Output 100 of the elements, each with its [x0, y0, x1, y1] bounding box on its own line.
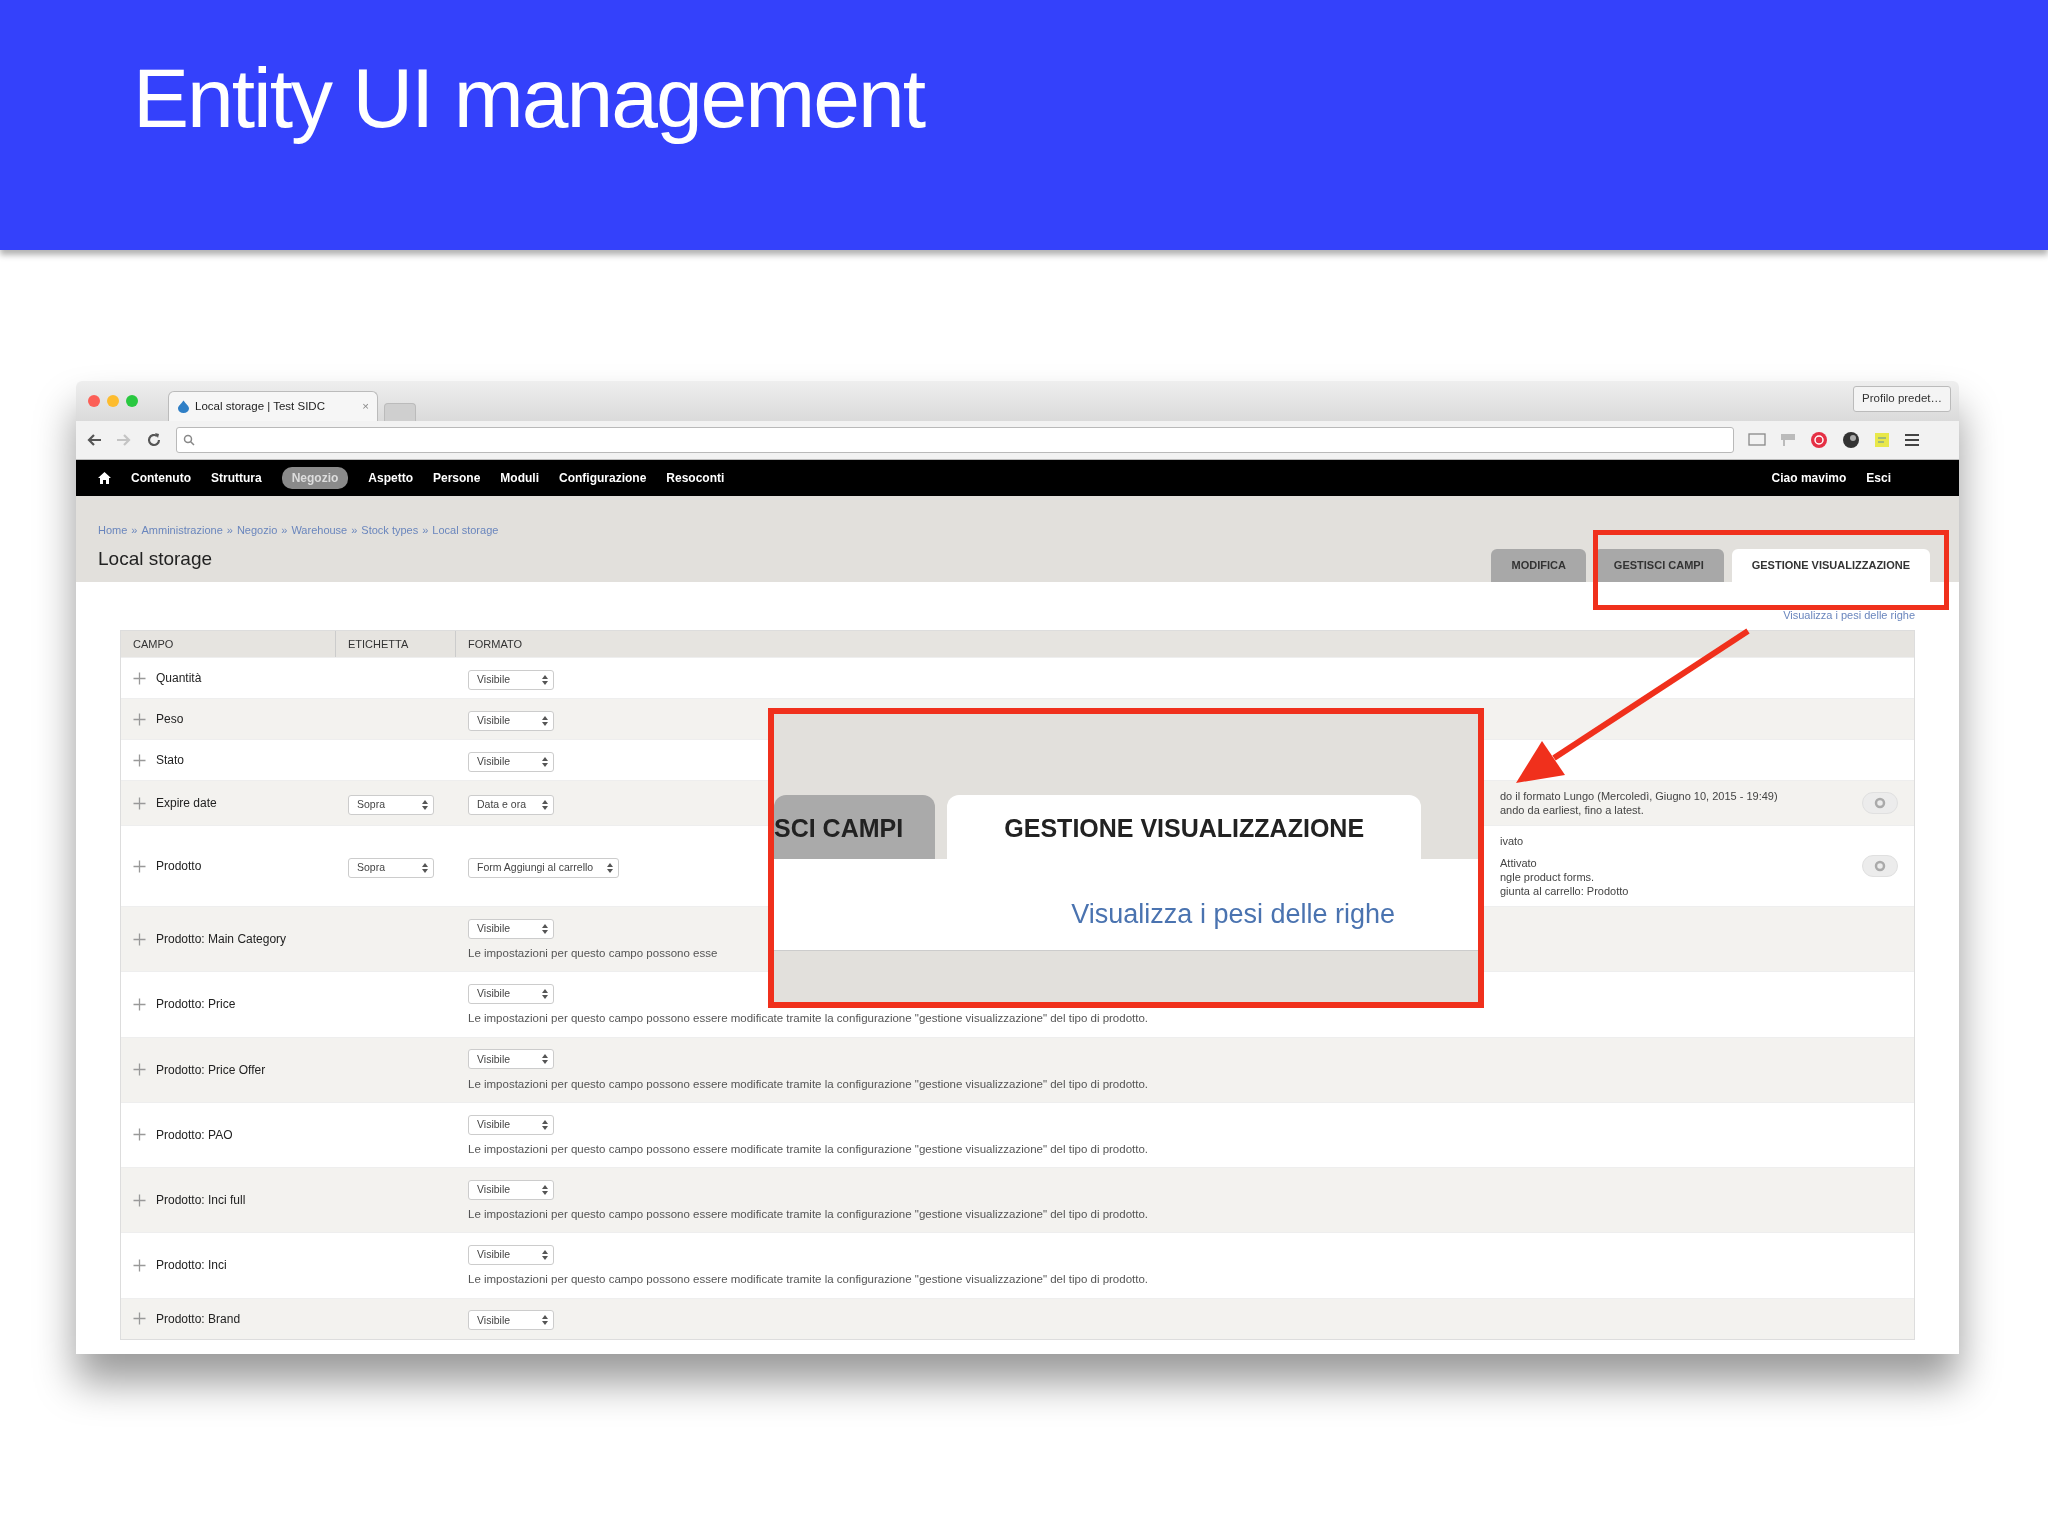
field-note: Le impostazioni per questo campo possono essere modificate tramite la configurazione "gestione visualizzazione" del tipo di prodotto. — [468, 1011, 1150, 1027]
format-select[interactable]: Data e ora — [468, 794, 554, 815]
summary-text: ando da earliest, fino a latest. — [1500, 803, 1644, 817]
circle-icon[interactable] — [1842, 431, 1860, 449]
tab[interactable]: GESTIONE VISUALIZZAZIONE — [1731, 549, 1930, 582]
menu-item[interactable]: Aspetto — [368, 467, 413, 489]
window-zoom-button[interactable] — [126, 395, 138, 407]
summary-text: giunta al carrello: Prodotto — [1500, 884, 1629, 898]
breadcrumb-separator: » — [226, 523, 233, 538]
drag-handle-icon[interactable] — [133, 1063, 146, 1077]
updown-icon — [607, 862, 614, 873]
field-note: Le impostazioni per questo campo possono essere modificate tramite la configurazione "gestione visualizzazione" del tipo di prodotto. — [468, 1141, 1150, 1157]
summary-text: do il formato Lungo (Mercoledì, Giugno 10, 2015 - 19:49) — [1500, 789, 1778, 803]
slide-title: Entity UI management — [133, 50, 925, 147]
updown-icon — [542, 923, 548, 934]
address-field[interactable] — [176, 427, 1734, 453]
menu-item[interactable]: Moduli — [500, 467, 539, 489]
screen-icon[interactable] — [1748, 433, 1766, 447]
format-select[interactable]: Visibile — [468, 710, 554, 731]
forward-icon[interactable] — [116, 433, 132, 447]
drag-handle-icon[interactable] — [133, 1193, 146, 1207]
format-select[interactable]: Visibile — [468, 1310, 554, 1331]
menu-item[interactable]: Resoconti — [666, 467, 725, 489]
back-icon[interactable] — [86, 433, 102, 447]
summary-text: ngle product forms. — [1500, 870, 1595, 884]
format-select[interactable]: Visibile — [468, 984, 554, 1005]
menu-item[interactable]: Configurazione — [559, 467, 647, 489]
menu-item[interactable]: Struttura — [211, 467, 262, 489]
updown-icon — [542, 715, 548, 726]
label-select[interactable]: Sopra — [348, 857, 434, 878]
field-note: Le impostazioni per questo campo possono essere modificate tramite la configurazione "gestione visualizzazione" del tipo di prodotto. — [468, 1272, 1150, 1288]
logout-link[interactable]: Esci — [1866, 467, 1891, 489]
field-note: Le impostazioni per questo campo possono essere modificate tramite la configurazione "gestione visualizzazione" del tipo di prodotto. — [468, 1076, 1150, 1092]
drag-handle-icon[interactable] — [133, 1128, 146, 1142]
updown-icon — [542, 1054, 548, 1065]
gear-icon — [1874, 860, 1886, 872]
drag-handle-icon[interactable] — [133, 1312, 146, 1325]
tab[interactable]: SCI CAMPI — [774, 795, 936, 859]
field-name: Quantità — [156, 670, 202, 687]
format-select[interactable]: Visibile — [468, 669, 554, 690]
field-name: Prodotto: Inci full — [156, 1192, 246, 1210]
format-select[interactable]: Form Aggiungi al carrello — [468, 857, 620, 878]
format-select[interactable]: Visibile — [468, 1179, 554, 1200]
field-name: Prodotto: Price Offer — [156, 1061, 266, 1079]
drag-handle-icon[interactable] — [133, 859, 146, 873]
format-select[interactable]: Visibile — [468, 918, 554, 939]
field-name: Prodotto: PAO — [156, 1126, 233, 1144]
drag-handle-icon[interactable] — [133, 932, 146, 946]
field-name: Prodotto — [156, 858, 202, 875]
drag-handle-icon[interactable] — [133, 997, 146, 1011]
profile-button[interactable]: Profilo predet… — [1853, 386, 1951, 412]
updown-icon — [422, 799, 428, 810]
drag-handle-icon[interactable] — [133, 796, 146, 810]
field-note: Le impostazioni per questo campo possono esse — [468, 946, 719, 961]
format-select[interactable]: Visibile — [468, 1049, 554, 1070]
drag-handle-icon[interactable] — [133, 712, 146, 726]
field-name: Prodotto: Inci — [156, 1257, 227, 1275]
settings-button[interactable] — [1862, 855, 1898, 877]
field-name: Peso — [156, 711, 184, 728]
breadcrumb-separator: » — [351, 523, 358, 538]
settings-link[interactable]: configurazione "gestione visualizzazione" del tipo di prodotto — [836, 1012, 1145, 1025]
breadcrumb-separator: » — [281, 523, 288, 538]
row-weights-link[interactable]: Visualizza i pesi delle righe — [1783, 608, 1915, 623]
menu-item[interactable]: Contenuto — [131, 467, 191, 489]
browser-tab[interactable]: Local storage | Test SIDC × — [168, 391, 378, 421]
field-name: Stato — [156, 752, 185, 769]
field-name: Prodotto: Main Category — [156, 931, 287, 949]
window-minimize-button[interactable] — [107, 395, 119, 407]
updown-icon — [542, 799, 548, 810]
label-select[interactable]: Sopra — [348, 794, 434, 815]
settings-link[interactable]: configurazione "gestione visualizzazione" del tipo di prodotto — [836, 1273, 1145, 1286]
home-icon[interactable] — [98, 472, 111, 484]
menu-item[interactable]: Persone — [433, 467, 481, 489]
stop-icon[interactable] — [1810, 431, 1828, 449]
reload-icon[interactable] — [146, 432, 162, 448]
summary-text: Attivato — [1500, 856, 1537, 870]
menu-icon[interactable] — [1904, 433, 1920, 447]
drop-icon — [177, 400, 190, 413]
drag-handle-icon[interactable] — [133, 1258, 146, 1272]
flag-icon[interactable] — [1780, 433, 1796, 447]
tab[interactable]: GESTIONE VISUALIZZAZIONE — [947, 795, 1422, 859]
updown-icon — [542, 756, 548, 767]
updown-icon — [542, 989, 548, 1000]
updown-icon — [542, 1315, 548, 1326]
format-select[interactable]: Visibile — [468, 1245, 554, 1266]
tab[interactable]: MODIFICA — [1491, 549, 1586, 582]
summary-text: ivato — [1500, 834, 1524, 848]
settings-link[interactable]: configurazione "gestione visualizzazione" del tipo di prodotto — [836, 1208, 1145, 1220]
note-icon[interactable] — [1874, 432, 1890, 448]
settings-link[interactable]: configurazione "gestione visualizzazione" del tipo di prodotto — [836, 1077, 1145, 1090]
settings-link[interactable]: configurazione "gestione visualizzazione" del tipo di prodotto — [836, 1142, 1145, 1155]
window-close-button[interactable] — [88, 395, 100, 407]
tab-close-button[interactable]: × — [362, 397, 369, 416]
drag-handle-icon[interactable] — [133, 671, 146, 685]
user-greeting[interactable]: Ciao mavimo — [1771, 467, 1847, 489]
drag-handle-icon[interactable] — [133, 753, 146, 767]
gear-icon — [1874, 797, 1886, 809]
settings-button[interactable] — [1862, 792, 1898, 814]
format-select[interactable]: Visibile — [468, 1114, 554, 1135]
format-select[interactable]: Visibile — [468, 751, 554, 772]
